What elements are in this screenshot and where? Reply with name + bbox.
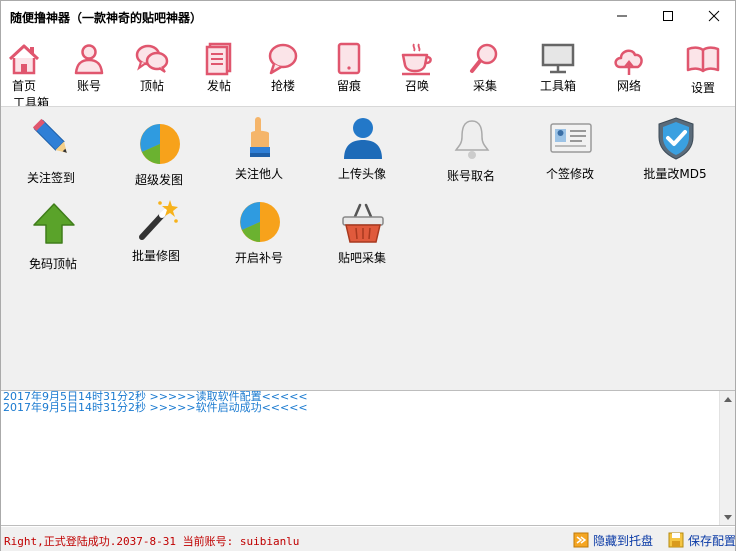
toolbar-label: 工具箱 xyxy=(539,79,576,93)
tool-follow-others[interactable]: 关注他人 xyxy=(209,115,309,185)
toolbar-label: 发帖 xyxy=(206,79,231,93)
scroll-up-button[interactable] xyxy=(720,391,736,407)
log-line: 2017年9月5日14时31分2秒 >>>>>软件启动成功<<<<< xyxy=(3,401,308,414)
close-button[interactable] xyxy=(691,1,736,31)
tool-tieba-collect[interactable]: 贴吧采集 xyxy=(312,199,412,269)
basket-icon xyxy=(342,203,384,243)
toolbar-label: 抢楼 xyxy=(270,79,295,93)
tool-label: 开启补号 xyxy=(234,251,283,265)
toolbar-settings[interactable]: 设置 xyxy=(678,37,728,95)
toolbar-collect[interactable]: 采集 xyxy=(460,37,510,93)
tool-batch-md5[interactable]: 批量改MD5 xyxy=(625,115,725,185)
pointing-hand-icon xyxy=(250,117,270,157)
home-icon xyxy=(8,44,40,75)
user-avatar-icon xyxy=(344,118,382,159)
log-scrollbar[interactable] xyxy=(719,391,735,525)
toolbar-toolbox[interactable]: 工具箱 xyxy=(533,37,583,93)
tool-signature-edit[interactable]: 个签修改 xyxy=(520,115,620,185)
toolbar-label: 首页 xyxy=(11,79,36,93)
toolbar-trace[interactable]: 留痕 xyxy=(324,37,374,93)
save-config-label: 保存配置 xyxy=(688,533,736,548)
status-message: Right,正式登陆成功.2037-8-31 当前账号: suibianlu xyxy=(4,535,300,548)
toolbar-label: 召唤 xyxy=(404,79,429,93)
hide-to-tray-label: 隐藏到托盘 xyxy=(593,533,654,548)
toolbar-post[interactable]: 发帖 xyxy=(194,37,244,93)
pie-chart-icon xyxy=(240,202,280,242)
speech-bubble-icon xyxy=(268,43,298,75)
status-bar: Right,正式登陆成功.2037-8-31 当前账号: suibianlu 隐… xyxy=(1,527,736,551)
tool-label: 关注签到 xyxy=(26,171,75,185)
tool-label: 账号取名 xyxy=(446,169,495,183)
toolbar-network[interactable]: 网络 xyxy=(604,37,654,93)
shield-check-icon xyxy=(658,117,694,160)
save-icon xyxy=(668,532,684,548)
log-area[interactable]: 2017年9月5日14时31分2秒 >>>>>读取软件配置<<<<< 2017年… xyxy=(1,390,735,526)
tool-label: 上传头像 xyxy=(337,167,386,181)
cup-icon xyxy=(401,43,432,76)
document-icon xyxy=(205,42,232,76)
tablet-icon xyxy=(337,42,361,75)
minimize-button[interactable] xyxy=(599,1,645,31)
search-icon xyxy=(470,43,498,73)
monitor-icon xyxy=(541,43,575,74)
toolbar-label: 账号 xyxy=(76,79,101,93)
tool-super-image[interactable]: 超级发图 xyxy=(109,121,209,191)
toolbar-label: 采集 xyxy=(472,79,497,93)
save-config-button[interactable]: 保存配置 xyxy=(668,531,736,549)
toolbar-label: 网络 xyxy=(616,79,641,93)
toolbar-grab-floor[interactable]: 抢楼 xyxy=(258,37,308,93)
tool-enable-refill[interactable]: 开启补号 xyxy=(209,199,309,269)
tool-label: 个签修改 xyxy=(545,167,594,181)
bell-icon xyxy=(454,120,490,159)
toolbox-panel: 关注签到 超级发图 关注他人 上传头像 账号取名 个签修改 批量改MD5 免码顶… xyxy=(1,106,735,390)
user-icon xyxy=(74,44,104,75)
id-card-icon xyxy=(550,123,592,153)
chat-bubbles-icon xyxy=(135,44,169,73)
tray-icon xyxy=(573,532,589,548)
pie-chart-icon xyxy=(140,124,180,164)
toolbar-summon[interactable]: 召唤 xyxy=(392,37,442,93)
toolbar-home[interactable]: 首页 xyxy=(0,37,49,93)
toolbar-label: 顶帖 xyxy=(139,79,164,93)
maximize-icon xyxy=(663,11,673,21)
scroll-down-button[interactable] xyxy=(720,509,736,525)
toolbar-label: 留痕 xyxy=(336,79,361,93)
maximize-button[interactable] xyxy=(645,1,691,31)
hide-to-tray-button[interactable]: 隐藏到托盘 xyxy=(573,531,653,549)
window-title: 随便撸神器（一款神奇的贴吧神器） xyxy=(10,11,203,25)
book-icon xyxy=(686,46,720,73)
log-lines: 2017年9月5日14时31分2秒 >>>>>读取软件配置<<<<< 2017年… xyxy=(3,391,717,413)
tool-label: 贴吧采集 xyxy=(337,251,386,265)
tool-label: 免码顶帖 xyxy=(28,257,77,271)
toolbar-account[interactable]: 账号 xyxy=(64,37,114,93)
cloud-icon xyxy=(614,49,643,75)
tool-label: 批量改MD5 xyxy=(643,167,707,181)
main-toolbar: 首页 账号 顶帖 发帖 抢楼 留痕 召唤 采集 工具箱 网络 设置 xyxy=(0,37,735,95)
pencil-icon xyxy=(32,118,67,153)
tool-account-naming[interactable]: 账号取名 xyxy=(421,117,521,187)
close-icon xyxy=(708,10,720,22)
tool-label: 批量修图 xyxy=(131,249,180,263)
tool-label: 关注他人 xyxy=(234,167,283,181)
tool-follow-signin[interactable]: 关注签到 xyxy=(1,115,101,185)
magic-wand-icon xyxy=(139,200,178,240)
up-arrow-icon xyxy=(33,203,75,244)
toolbar-label: 设置 xyxy=(690,81,715,95)
title-bar: 随便撸神器（一款神奇的贴吧神器） xyxy=(1,1,735,33)
chevron-down-icon xyxy=(724,514,732,520)
tool-upload-avatar[interactable]: 上传头像 xyxy=(312,115,412,185)
app-window: 随便撸神器（一款神奇的贴吧神器） 首页 账号 顶帖 发帖 抢楼 留痕 召唤 采集… xyxy=(0,0,736,551)
tool-batch-retouch[interactable]: 批量修图 xyxy=(106,197,206,267)
toolbar-bump[interactable]: 顶帖 xyxy=(127,37,177,93)
chevron-up-icon xyxy=(724,396,732,402)
tool-label: 超级发图 xyxy=(134,173,183,187)
minimize-icon xyxy=(617,15,627,17)
tool-free-bump[interactable]: 免码顶帖 xyxy=(3,201,103,271)
